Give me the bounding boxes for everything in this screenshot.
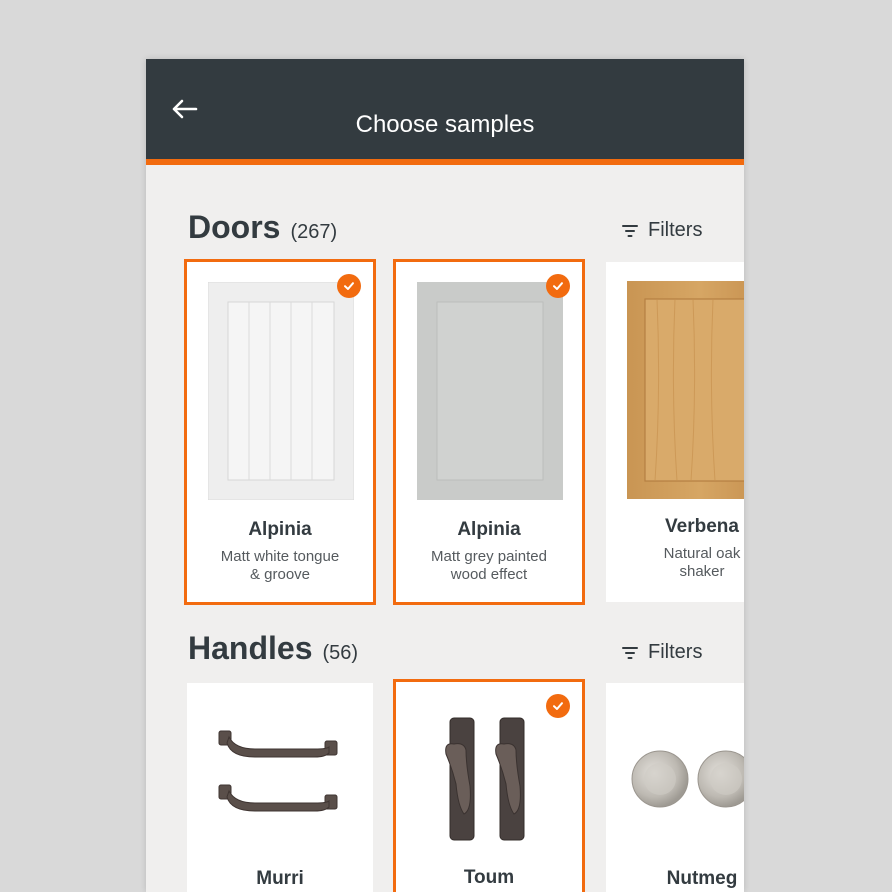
door-name: Alpinia bbox=[248, 519, 312, 540]
handle-card-nutmeg[interactable]: Nutmeg bbox=[606, 683, 744, 892]
door-name: Alpinia bbox=[457, 519, 521, 540]
page-title: Choose samples bbox=[355, 111, 535, 138]
handle-card-toum[interactable]: Toum bbox=[393, 679, 585, 892]
handles-title: Handles bbox=[188, 630, 313, 666]
door-card-verbena[interactable]: Verbena Natural oak shaker bbox=[606, 262, 744, 602]
doors-title: Doors bbox=[188, 209, 281, 245]
door-desc-line: wood effect bbox=[450, 566, 528, 583]
doors-heading: Doors (267) bbox=[188, 209, 337, 246]
handle-card-murri[interactable]: Murri bbox=[187, 683, 373, 892]
doors-filters-button[interactable]: Filters bbox=[622, 219, 702, 242]
door-description: Matt grey painted wood effect bbox=[406, 548, 572, 584]
door-image-grey-painted bbox=[417, 282, 563, 500]
doors-filters-label: Filters bbox=[648, 219, 703, 241]
door-desc-line: & groove bbox=[249, 566, 311, 583]
door-description: Matt white tongue & groove bbox=[197, 548, 363, 584]
app-bar: Choose samples bbox=[146, 59, 744, 159]
filter-icon bbox=[622, 224, 638, 237]
filter-icon bbox=[622, 646, 638, 659]
handles-filters-button[interactable]: Filters bbox=[622, 641, 702, 664]
handle-image-toum bbox=[445, 717, 525, 841]
door-name: Verbena bbox=[665, 516, 739, 537]
selected-check-icon bbox=[337, 274, 361, 298]
door-card-alpinia-white[interactable]: Alpinia Matt white tongue & groove bbox=[184, 259, 376, 605]
door-desc-line: Matt grey painted bbox=[431, 548, 547, 565]
handles-heading: Handles (56) bbox=[188, 630, 358, 667]
handle-image-murri bbox=[218, 730, 338, 812]
selected-check-icon bbox=[546, 694, 570, 718]
handle-name: Murri bbox=[256, 868, 304, 889]
door-desc-line: Natural oak bbox=[663, 545, 741, 562]
header-accent-bar bbox=[146, 159, 744, 165]
handle-image-nutmeg bbox=[631, 750, 744, 808]
door-card-alpinia-grey[interactable]: Alpinia Matt grey painted wood effect bbox=[393, 259, 585, 605]
door-description: Natural oak shaker bbox=[616, 545, 744, 581]
app-screen: Choose samples Doors (267) Filters Alpin… bbox=[146, 59, 744, 892]
door-image-natural-oak bbox=[627, 281, 744, 499]
handle-name: Nutmeg bbox=[666, 868, 738, 889]
door-desc-line: Matt white tongue bbox=[220, 548, 340, 565]
door-desc-line: shaker bbox=[679, 563, 725, 580]
door-image-white-tongue-groove bbox=[208, 282, 354, 500]
handles-filters-label: Filters bbox=[648, 641, 703, 663]
handles-count: (56) bbox=[322, 642, 359, 664]
handle-name: Toum bbox=[463, 867, 515, 888]
doors-count: (267) bbox=[290, 221, 338, 243]
selected-check-icon bbox=[546, 274, 570, 298]
